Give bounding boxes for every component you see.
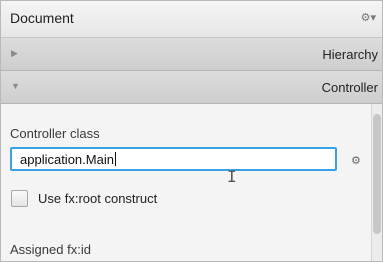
panel-header: Document ⚙▾ [1, 1, 382, 38]
fxroot-checkbox[interactable] [11, 190, 28, 207]
controller-class-input[interactable]: application.Main [10, 147, 337, 171]
section-hierarchy[interactable]: ▶ Hierarchy [1, 38, 382, 71]
document-panel: Document ⚙▾ ▶ Hierarchy ▼ Controller Con… [0, 0, 383, 262]
controller-class-value: application.Main [20, 152, 116, 167]
field-gear-icon[interactable]: ⚙ [351, 154, 361, 167]
fxroot-checkbox-label[interactable]: Use fx:root construct [38, 191, 157, 206]
controller-class-label: Controller class [10, 126, 100, 141]
ibeam-cursor-icon: I [227, 167, 237, 186]
controller-content: Controller class application.Main I ⚙ Us… [1, 104, 382, 261]
assigned-fxid-label: Assigned fx:id [10, 242, 91, 257]
section-hierarchy-label: Hierarchy [322, 47, 378, 62]
gear-menu-icon[interactable]: ⚙▾ [361, 11, 376, 24]
section-controller-label: Controller [321, 80, 378, 95]
scrollbar-thumb[interactable] [373, 114, 381, 234]
vertical-scrollbar[interactable] [371, 104, 382, 261]
collapsed-arrow-icon: ▶ [11, 48, 18, 58]
panel-title: Document [10, 10, 74, 26]
expanded-arrow-icon: ▼ [11, 81, 20, 91]
text-caret [114, 152, 116, 166]
section-controller[interactable]: ▼ Controller [1, 71, 382, 104]
